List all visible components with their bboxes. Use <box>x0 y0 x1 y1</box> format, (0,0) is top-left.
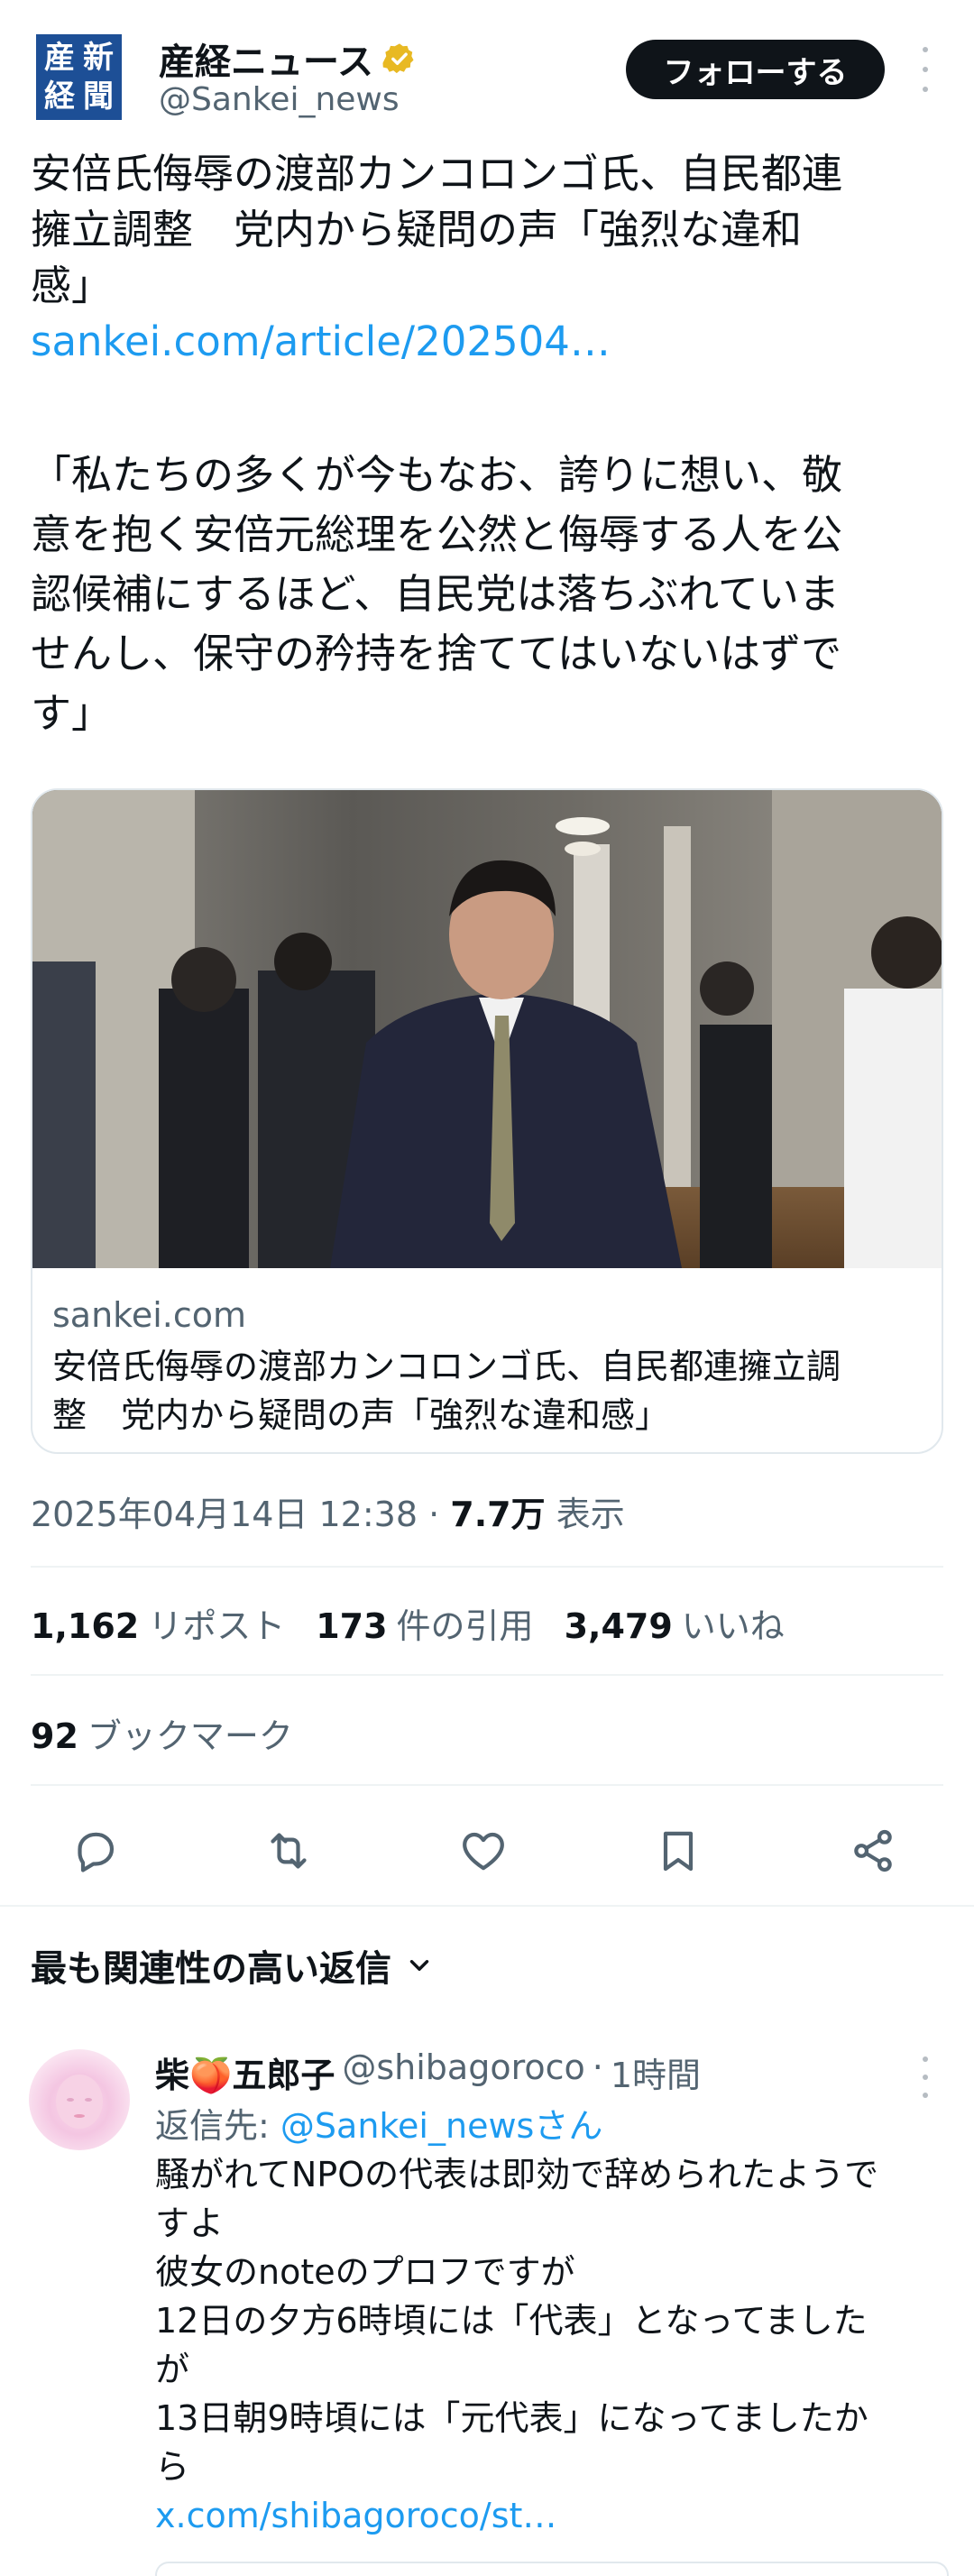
engagement-stats: 1,162 リポスト 173 件の引用 3,479 いいね <box>31 1598 785 1648</box>
card-title-line: 整 党内から疑問の声「強烈な違和感」 <box>52 1395 670 1435</box>
reply-author-name-prefix: 柴 <box>155 2056 190 2095</box>
reply-to-label: 返信先: <box>155 2106 270 2146</box>
reply-header: 柴🍑五郎子 @shibagoroco · 1時間 <box>155 2047 701 2097</box>
article-link[interactable]: sankei.com/article/202504… <box>31 314 942 370</box>
bookmarks-label: ブックマーク <box>87 1716 293 1756</box>
likes-stat[interactable]: 3,479 いいね <box>565 1598 785 1648</box>
headline-line: 安倍氏侮辱の渡部カンコロンゴ氏、自民都連 <box>31 150 843 198</box>
reply-to: 返信先: @Sankei_newsさん <box>155 2098 602 2148</box>
reply-line: すよ <box>155 2203 225 2243</box>
card-domain: sankei.com <box>52 1295 246 1335</box>
logo-char: 新 <box>83 40 114 76</box>
logo-char: 聞 <box>83 78 114 115</box>
share-icon[interactable] <box>848 1826 902 1880</box>
reply-line: 13日朝9時頃には「元代表」になってましたか <box>155 2398 868 2438</box>
chevron-down-icon <box>409 1960 429 1971</box>
reposts-count: 1,162 <box>31 1606 140 1646</box>
avatar-image <box>56 2075 103 2129</box>
reply-avatar[interactable] <box>29 2049 130 2150</box>
quote-line: 「私たちの多くが今もなお、誇りに想い、敬 <box>31 451 843 499</box>
logo-char: 産 <box>44 40 75 76</box>
quote-line: す」 <box>31 689 113 737</box>
reply-more-options-icon[interactable] <box>916 2056 934 2098</box>
reply-sort-dropdown[interactable]: 最も関連性の高い返信 <box>31 1939 435 1992</box>
repost-icon[interactable] <box>263 1826 317 1880</box>
reply-author-name[interactable]: 柴🍑五郎子 <box>155 2047 335 2097</box>
reply-embedded-card[interactable] <box>155 2562 949 2576</box>
bookmarks-count: 92 <box>31 1716 78 1756</box>
likes-count: 3,479 <box>564 1606 673 1646</box>
headline-line: 擁立調整 党内から疑問の声「強烈な違和 <box>31 206 803 253</box>
account-name-text: 産経ニュース <box>159 41 373 83</box>
card-title-line: 安倍氏侮辱の渡部カンコロンゴ氏、自民都連擁立調 <box>52 1347 841 1386</box>
headline-line: 感」 <box>31 262 113 309</box>
divider <box>31 1784 943 1786</box>
quote-line: 意を抱く安倍元総理を公然と侮辱する人を公 <box>31 511 843 558</box>
quotes-stat[interactable]: 173 件の引用 <box>316 1598 533 1648</box>
reply-line: 彼女のnoteのプロフですが <box>155 2252 575 2292</box>
quote-line: せんし、保守の矜持を捨ててはいないはずで <box>31 630 842 677</box>
quote-line: 認候補にするほど、自民党は落ちぶれていま <box>31 570 840 618</box>
quotes-count: 173 <box>316 1606 388 1646</box>
logo-char: 経 <box>44 78 75 115</box>
action-bar <box>0 1813 974 1885</box>
account-avatar[interactable]: 産 新 経 聞 <box>36 34 122 120</box>
reply-author-handle[interactable]: @shibagoroco <box>342 2047 584 2097</box>
peach-icon: 🍑 <box>189 2056 233 2095</box>
more-options-icon[interactable] <box>916 47 934 92</box>
tweet-header: 産 新 経 聞 産経ニュース @Sankei_news フォローする <box>0 0 974 144</box>
like-icon[interactable] <box>458 1826 512 1880</box>
meta-separator: · <box>428 1495 440 1534</box>
account-handle[interactable]: @Sankei_news <box>159 81 400 118</box>
link-card[interactable]: sankei.com 安倍氏侮辱の渡部カンコロンゴ氏、自民都連擁立調 整 党内か… <box>31 788 943 1454</box>
view-label: 表示 <box>556 1495 625 1534</box>
reply-icon[interactable] <box>70 1826 124 1880</box>
reply-time[interactable]: 1時間 <box>611 2047 701 2097</box>
divider <box>31 1674 943 1676</box>
reply-link[interactable]: x.com/shibagoroco/st… <box>155 2491 949 2540</box>
tweet-quote: 「私たちの多くが今もなお、誇りに想い、敬 意を抱く安倍元総理を公然と侮辱する人を… <box>31 446 942 743</box>
divider <box>31 1566 943 1568</box>
view-count: 7.7万 <box>450 1495 546 1534</box>
bookmark-icon[interactable] <box>653 1826 707 1880</box>
divider <box>0 1905 974 1907</box>
quotes-label: 件の引用 <box>396 1606 534 1646</box>
follow-button[interactable]: フォローする <box>626 40 885 99</box>
account-name[interactable]: 産経ニュース <box>159 32 417 85</box>
bookmarks-stat[interactable]: 92 ブックマーク <box>31 1708 293 1758</box>
article-photo <box>32 790 942 1268</box>
reply-line: が <box>155 2350 190 2389</box>
timestamp[interactable]: 2025年04月14日 12:38 <box>31 1495 418 1534</box>
tweet-headline: 安倍氏侮辱の渡部カンコロンゴ氏、自民都連 擁立調整 党内から疑問の声「強烈な違和… <box>31 146 942 370</box>
tweet-meta: 2025年04月14日 12:38 · 7.7万 表示 <box>31 1486 625 1536</box>
reposts-label: リポスト <box>148 1606 286 1646</box>
verified-badge-icon <box>382 43 414 74</box>
reply-line: ら <box>155 2447 190 2487</box>
reposts-stat[interactable]: 1,162 リポスト <box>31 1598 285 1648</box>
reply-line: 騒がれてNPOの代表は即効で辞められたようで <box>155 2155 879 2194</box>
reply-author-name-suffix: 五郎子 <box>232 2056 335 2095</box>
card-title: 安倍氏侮辱の渡部カンコロンゴ氏、自民都連擁立調 整 党内から疑問の声「強烈な違和… <box>52 1342 927 1440</box>
reply-sort-label: 最も関連性の高い返信 <box>31 1948 391 1990</box>
reply-line: 12日の夕方6時頃には「代表」となってました <box>155 2301 868 2341</box>
reply-body: 騒がれてNPOの代表は即効で辞められたようで すよ 彼女のnoteのプロフですが… <box>155 2150 949 2540</box>
likes-label: いいね <box>681 1606 785 1646</box>
reply-separator: · <box>592 2047 603 2087</box>
reply-to-mention[interactable]: @Sankei_newsさん <box>280 2106 602 2146</box>
